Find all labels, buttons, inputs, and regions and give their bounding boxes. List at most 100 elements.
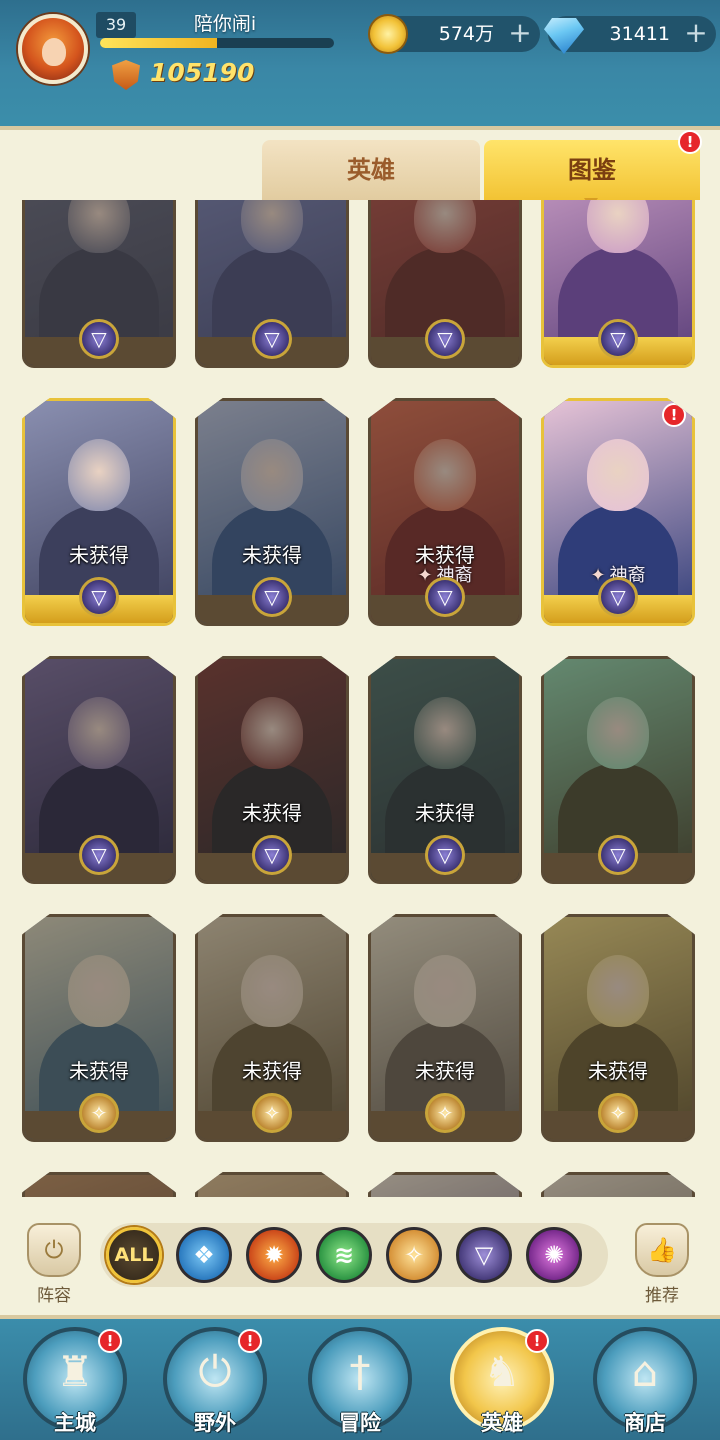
card-status-label: 未获得	[588, 1059, 648, 1083]
hero-grid[interactable]: ▽ ▽ ▽ ▽ 未获得 ▽ 未获得 ▽ 未获得 ✦ 神裔 ▽ ✦ 神裔 ▽! ▽ 未获得 ▽ 未获得 ▽ ▽ 未获得 ✧ 未获…	[0, 200, 720, 1197]
nav-adventure[interactable]: † 冒险	[305, 1327, 415, 1439]
wind-faction-icon[interactable]: ≋	[316, 1227, 372, 1283]
card-status-label: 未获得	[415, 1059, 475, 1083]
dark-faction-icon: ▽	[79, 577, 119, 617]
hero-card[interactable]: ▽	[541, 200, 695, 368]
tab-codex[interactable]: 图鉴 !	[484, 130, 702, 208]
nav-wild-label: 野外	[194, 1411, 236, 1435]
tab-bar: 英雄 图鉴 !	[0, 130, 720, 208]
add-gem-plus-icon[interactable]: +	[684, 19, 708, 47]
hero-card[interactable]: 未获得 ✧	[541, 914, 695, 1142]
hero-card[interactable]: ▽	[195, 200, 349, 368]
nav-wild[interactable]: ⏻ ! 野外	[160, 1327, 270, 1439]
dark-faction-icon: ▽	[425, 835, 465, 875]
card-status-label: 未获得	[242, 543, 302, 567]
diamond-icon	[544, 18, 584, 54]
light-faction-icon: ✧	[79, 1093, 119, 1133]
dark-faction-icon[interactable]: ▽	[456, 1227, 512, 1283]
water-faction-icon[interactable]: ❖	[176, 1227, 232, 1283]
thumbs-up-icon: 👍	[635, 1223, 689, 1277]
hero-card[interactable]: 未获得 ▽	[22, 398, 176, 626]
locked-overlay	[544, 1175, 692, 1197]
hero-card[interactable]: ▽	[368, 200, 522, 368]
void-faction-icon[interactable]: ✺	[526, 1227, 582, 1283]
card-status-label: 未获得	[415, 801, 475, 825]
dark-faction-icon: ▽	[598, 835, 638, 875]
card-status-label: 未获得	[69, 543, 129, 567]
add-gold-plus-icon[interactable]: +	[508, 19, 532, 47]
alert-icon: !	[662, 403, 686, 427]
alert-icon: !	[678, 130, 702, 154]
alert-icon: !	[238, 1329, 262, 1353]
nav-heroes[interactable]: ♞ ! 英雄	[447, 1327, 557, 1439]
light-faction-icon: ✧	[425, 1093, 465, 1133]
hero-card[interactable]: 未获得▽	[22, 1172, 176, 1197]
nav-main-city-label: 主城	[54, 1411, 96, 1435]
bottom-nav: ♜ ! 主城 ⏻ ! 野外 † 冒险 ♞ ! 英雄 ⌂ 商店	[0, 1315, 720, 1440]
gem-resource: 31411 +	[544, 16, 716, 54]
hero-card[interactable]: ▽	[22, 200, 176, 368]
dark-faction-icon: ▽	[425, 319, 465, 359]
dark-faction-icon: ▽	[598, 577, 638, 617]
hero-card[interactable]: 未获得▽	[195, 1172, 349, 1197]
player-level: 39	[96, 12, 136, 38]
nav-shop[interactable]: ⌂ 商店	[590, 1327, 700, 1439]
power-value: 105190	[150, 58, 255, 87]
nav-heroes-label: 英雄	[481, 1411, 523, 1435]
filter-all-button[interactable]: ALL	[106, 1227, 162, 1283]
light-faction-icon: ✧	[598, 1093, 638, 1133]
card-status-label: 未获得	[242, 801, 302, 825]
hero-card[interactable]: 未获得 ▽	[195, 656, 349, 884]
card-status-label: 未获得	[69, 1059, 129, 1083]
nav-adventure-label: 冒险	[339, 1411, 381, 1435]
lineup-label: 阵容	[37, 1286, 71, 1306]
alert-icon: !	[525, 1329, 549, 1353]
exp-bar-fill	[100, 38, 217, 48]
fire-faction-icon[interactable]: ✹	[246, 1227, 302, 1283]
filter-bar: ⏻ 阵容 ALL ❖ ✹ ≋ ✧ ▽ ✺ 👍 推荐	[0, 1197, 720, 1315]
hero-card[interactable]: 未获得 ✧	[195, 914, 349, 1142]
hero-card[interactable]: 未获得 ✧	[22, 914, 176, 1142]
gold-coin-icon	[368, 14, 408, 54]
faction-filter-track: ALL ❖ ✹ ≋ ✧ ▽ ✺	[100, 1223, 608, 1287]
top-bar: 39 陪你闹i 105190 574万 + 31411 +	[0, 0, 720, 130]
avatar-face	[42, 38, 66, 66]
gold-resource: 574万 +	[368, 14, 540, 54]
power-shield-icon	[112, 60, 140, 90]
dark-faction-icon: ▽	[598, 319, 638, 359]
exp-bar	[100, 38, 334, 48]
tab-heroes[interactable]: 英雄	[262, 140, 480, 200]
gem-value: 31411	[609, 23, 670, 45]
dark-faction-icon: ▽	[79, 835, 119, 875]
locked-overlay	[371, 1175, 519, 1197]
hero-card[interactable]: ▽	[541, 656, 695, 884]
light-faction-icon: ✧	[252, 1093, 292, 1133]
hero-card[interactable]: 未获得 ✦ 神裔 ▽	[368, 398, 522, 626]
hero-card[interactable]: 未获得 ▽	[195, 398, 349, 626]
dark-faction-icon: ▽	[425, 577, 465, 617]
hero-card[interactable]: 未获得▽	[541, 1172, 695, 1197]
locked-overlay	[25, 1175, 173, 1197]
recommend-label: 推荐	[645, 1286, 679, 1306]
hero-card[interactable]: 未获得▽	[368, 1172, 522, 1197]
player-avatar[interactable]	[18, 14, 88, 84]
player-name: 陪你闹i	[193, 13, 257, 35]
lineup-icon: ⏻	[27, 1223, 81, 1277]
dark-faction-icon: ▽	[252, 835, 292, 875]
alert-icon: !	[98, 1329, 122, 1353]
recommend-button[interactable]: 👍 推荐	[628, 1223, 696, 1306]
light-faction-icon[interactable]: ✧	[386, 1227, 442, 1283]
hero-card[interactable]: ✦ 神裔 ▽!	[541, 398, 695, 626]
nav-main-city[interactable]: ♜ ! 主城	[20, 1327, 130, 1439]
lineup-button[interactable]: ⏻ 阵容	[20, 1223, 88, 1306]
dark-faction-icon: ▽	[252, 577, 292, 617]
gold-value: 574万	[438, 23, 494, 45]
hero-card[interactable]: 未获得 ▽	[368, 656, 522, 884]
card-status-label: 未获得	[242, 1059, 302, 1083]
locked-overlay	[198, 1175, 346, 1197]
dark-faction-icon: ▽	[79, 319, 119, 359]
hero-card[interactable]: ▽	[22, 656, 176, 884]
hero-card[interactable]: 未获得 ✧	[368, 914, 522, 1142]
tab-codex-label: 图鉴	[568, 156, 616, 184]
dark-faction-icon: ▽	[252, 319, 292, 359]
